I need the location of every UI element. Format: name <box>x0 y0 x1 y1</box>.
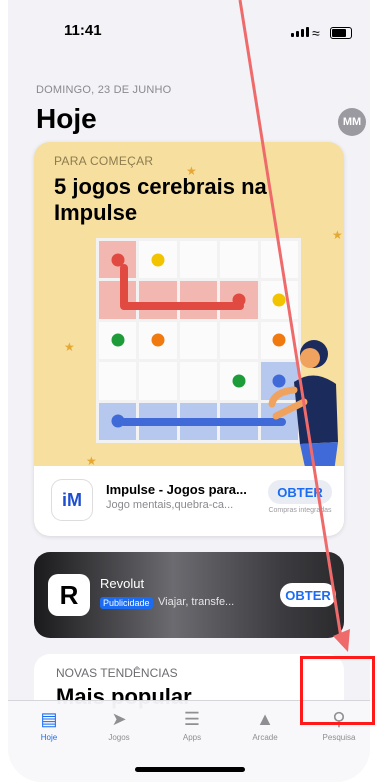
joystick-icon: ▲ <box>256 709 274 729</box>
revolut-app-icon[interactable]: R <box>48 574 90 616</box>
ad-get-button[interactable]: OBTER <box>280 583 336 607</box>
blue-path <box>120 418 286 426</box>
rocket-icon: ➤ <box>111 709 127 729</box>
battery-icon <box>330 27 352 39</box>
get-button[interactable]: OBTER <box>268 480 332 504</box>
ad-badge: Publicidade <box>100 597 153 609</box>
date-label: DOMINGO, 23 DE JUNHO <box>36 84 172 96</box>
ad-card[interactable]: R Revolut Publicidade Viajar, transfe...… <box>34 552 344 638</box>
star-icon: ★ <box>332 228 343 242</box>
feature-eyebrow: PARA COMEÇAR <box>54 154 154 168</box>
ad-app-name: Revolut <box>100 576 145 591</box>
tab-label: Pesquisa <box>322 733 356 742</box>
tab-arcade[interactable]: ▲ Arcade <box>234 709 296 742</box>
account-avatar[interactable]: MM <box>338 108 366 136</box>
app-subtitle: Jogo mentais,quebra-ca... <box>106 499 234 511</box>
layers-icon: ☰ <box>183 709 201 729</box>
home-indicator <box>135 767 245 772</box>
tab-label: Arcade <box>252 733 278 742</box>
wifi-icon: ≈ <box>312 25 320 41</box>
person-illustration <box>268 340 338 472</box>
page-title: Hoje <box>36 103 97 134</box>
trending-eyebrow: NOVAS TENDÊNCIAS <box>56 666 178 680</box>
signal-icon <box>291 27 309 37</box>
impulse-app-icon[interactable]: iM <box>52 480 92 520</box>
red-path <box>120 302 244 310</box>
ad-subtitle: Viajar, transfe... <box>158 596 235 608</box>
tab-label: Jogos <box>108 733 130 742</box>
today-icon: ▤ <box>40 709 58 729</box>
star-icon: ★ <box>64 340 75 354</box>
search-tab-highlight <box>300 656 375 725</box>
feature-headline: 5 jogos cerebrais na Impulse <box>54 174 267 225</box>
tab-label: Hoje <box>40 733 58 742</box>
feature-app-row[interactable]: iM Impulse - Jogos para... Jogo mentais,… <box>34 466 344 536</box>
status-bar: 11:41 ≈ <box>8 0 370 60</box>
tab-label: Apps <box>182 733 202 742</box>
status-time: 11:41 <box>64 22 102 39</box>
in-app-purchases-note: Compras integradas <box>268 507 332 514</box>
app-name: Impulse - Jogos para... <box>106 482 247 497</box>
feature-card[interactable]: PARA COMEÇAR 5 jogos cerebrais na Impuls… <box>34 142 344 536</box>
tab-games[interactable]: ➤ Jogos <box>88 709 150 742</box>
tab-apps[interactable]: ☰ Apps <box>161 709 223 742</box>
tab-today[interactable]: ▤ Hoje <box>18 709 80 742</box>
star-icon: ★ <box>186 164 197 178</box>
